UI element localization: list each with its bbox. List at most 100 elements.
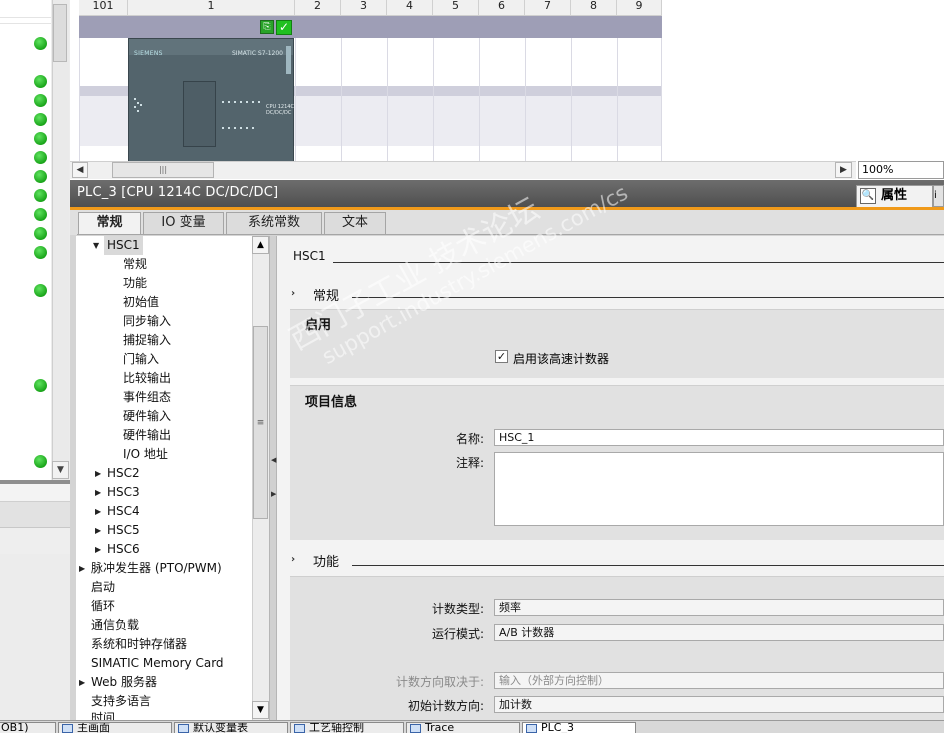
status-ok-icon	[34, 379, 47, 392]
tab-system-constants[interactable]: 系统常数	[226, 212, 322, 234]
tree-item-hsc2[interactable]: HSC2	[107, 464, 140, 483]
info-tab[interactable]: i	[933, 185, 944, 207]
taskbar-item-plc3[interactable]: PLC_3	[522, 722, 636, 733]
operating-mode-label: 运行模式:	[431, 627, 484, 641]
enable-panel	[290, 309, 944, 378]
tree-item-hsc3[interactable]: HSC3	[107, 483, 140, 502]
section-chevron-icon[interactable]: ›	[291, 554, 295, 565]
trace-icon	[410, 724, 421, 733]
scroll-left-icon[interactable]: ◀	[72, 162, 88, 178]
splitter-arrow-icon[interactable]: ▶	[271, 490, 276, 498]
operating-mode-select[interactable]: A/B 计数器	[494, 624, 944, 641]
online-status-icon: ⎘	[260, 20, 274, 34]
details-view-row	[0, 502, 70, 528]
tree-item-hsc1-sync-input[interactable]: 同步输入	[123, 312, 171, 331]
status-ok-icon	[34, 132, 47, 145]
details-view-header	[0, 484, 70, 502]
tree-item-hsc1-initial-values[interactable]: 初始值	[123, 293, 159, 312]
comment-label: 注释:	[455, 456, 484, 470]
collapse-arrow-icon[interactable]: ▶	[95, 483, 101, 502]
cpu-model: SIMATIC S7-1200	[232, 50, 283, 57]
inspector-title: PLC_3 [CPU 1214C DC/DC/DC]	[77, 185, 279, 200]
initial-direction-label: 初始计数方向:	[407, 699, 484, 713]
status-ok-icon	[34, 189, 47, 202]
section-general-title: 常规	[313, 289, 340, 304]
slot-header: 3	[341, 0, 387, 16]
left-scroll-thumb[interactable]	[53, 4, 67, 62]
taskbar-item-tag-table[interactable]: 默认变量表	[174, 722, 288, 733]
enable-hsc-checkbox[interactable]: ✓	[495, 350, 508, 363]
rack-slot-header: 101 1 2 3 4 5 6 7 8 9	[79, 0, 662, 16]
tree-item-time[interactable]: 时间	[91, 709, 115, 720]
tab-texts[interactable]: 文本	[324, 212, 386, 234]
project-info-title: 项目信息	[305, 395, 358, 410]
slot-header: 6	[479, 0, 525, 16]
tree-item-hsc1[interactable]: HSC1	[104, 236, 143, 255]
status-column	[0, 0, 51, 480]
slot-header: 5	[433, 0, 479, 16]
taskbar-item-axis-control[interactable]: 工艺轴控制	[290, 722, 404, 733]
tree-item-web-server[interactable]: Web 服务器	[91, 673, 157, 692]
section-chevron-icon[interactable]: ›	[291, 288, 295, 299]
count-type-select[interactable]: 频率	[494, 599, 944, 616]
tree-item-hsc4[interactable]: HSC4	[107, 502, 140, 521]
initial-direction-select[interactable]: 加计数	[494, 696, 944, 713]
tree-item-hsc1-capture-input[interactable]: 捕捉输入	[123, 331, 171, 350]
tag-table-icon	[178, 724, 189, 733]
status-ok-icon	[34, 151, 47, 164]
cpu-connector	[286, 46, 291, 74]
scroll-up-icon[interactable]: ▲	[252, 236, 269, 254]
taskbar-item-main-screen[interactable]: 主画面	[58, 722, 172, 733]
tab-general[interactable]: 常规	[78, 212, 141, 235]
count-direction-select[interactable]: 输入（外部方向控制）	[494, 672, 944, 689]
tab-io-tags[interactable]: IO 变量	[143, 212, 224, 234]
tree-scroll-thumb[interactable]: ≡	[253, 326, 268, 519]
splitter-arrow-icon[interactable]: ◀	[271, 456, 276, 464]
taskbar-item-ob1[interactable]: OB1)	[0, 722, 56, 733]
tree-item-system-clock-memory[interactable]: 系统和时钟存储器	[91, 635, 187, 654]
slot-header: 4	[387, 0, 433, 16]
tree-item-memory-card[interactable]: SIMATIC Memory Card	[91, 654, 224, 673]
name-label: 名称:	[455, 432, 484, 446]
count-direction-label: 计数方向取决于:	[395, 675, 484, 689]
tree-item-hsc1-function[interactable]: 功能	[123, 274, 147, 293]
slot-header: 1	[128, 0, 295, 16]
collapse-arrow-icon[interactable]: ▶	[95, 540, 101, 559]
tree-item-comm-load[interactable]: 通信负载	[91, 616, 139, 635]
collapse-arrow-icon[interactable]: ▶	[95, 464, 101, 483]
tree-item-hsc1-hw-outputs[interactable]: 硬件输出	[123, 426, 171, 445]
hscroll-thumb[interactable]: |||	[112, 162, 214, 178]
scroll-down-icon[interactable]: ▼	[52, 461, 69, 479]
tree-item-pulse-generators[interactable]: 脉冲发生器 (PTO/PWM)	[91, 559, 222, 578]
tree-item-hsc1-gate-input[interactable]: 门输入	[123, 350, 159, 369]
enable-title: 启用	[305, 318, 332, 333]
tree-item-startup[interactable]: 启动	[91, 578, 115, 597]
left-vertical-scrollbar[interactable]	[52, 0, 69, 480]
status-ok-icon	[34, 94, 47, 107]
tree-item-hsc5[interactable]: HSC5	[107, 521, 140, 540]
collapse-arrow-icon[interactable]: ▶	[79, 559, 85, 578]
status-ok-icon	[34, 75, 47, 88]
tree-item-hsc1-general[interactable]: 常规	[123, 255, 147, 274]
tree-item-hsc1-compare-output[interactable]: 比较输出	[123, 369, 171, 388]
collapse-arrow-icon[interactable]: ▶	[95, 502, 101, 521]
tree-item-cycle[interactable]: 循环	[91, 597, 115, 616]
scroll-down-icon[interactable]: ▼	[252, 701, 269, 719]
scroll-right-icon[interactable]: ▶	[835, 162, 852, 178]
section-function-title: 功能	[313, 555, 340, 570]
tree-item-hsc1-events[interactable]: 事件组态	[123, 388, 171, 407]
cpu-brand: SIEMENS	[134, 50, 163, 57]
name-field[interactable]: HSC_1	[494, 429, 944, 446]
tree-item-hsc1-io-address[interactable]: I/O 地址	[123, 445, 168, 464]
slot-header: 9	[617, 0, 662, 16]
tree-item-hsc6[interactable]: HSC6	[107, 540, 140, 559]
zoom-select[interactable]: 100%	[858, 161, 944, 179]
tree-item-hsc1-hw-inputs[interactable]: 硬件输入	[123, 407, 171, 426]
tree-splitter[interactable]	[269, 236, 277, 720]
count-type-label: 计数类型:	[431, 602, 484, 616]
comment-field[interactable]	[494, 452, 944, 526]
expand-arrow-icon[interactable]: ▼	[93, 236, 99, 255]
collapse-arrow-icon[interactable]: ▶	[79, 673, 85, 692]
taskbar-item-trace[interactable]: Trace	[406, 722, 520, 733]
collapse-arrow-icon[interactable]: ▶	[95, 521, 101, 540]
